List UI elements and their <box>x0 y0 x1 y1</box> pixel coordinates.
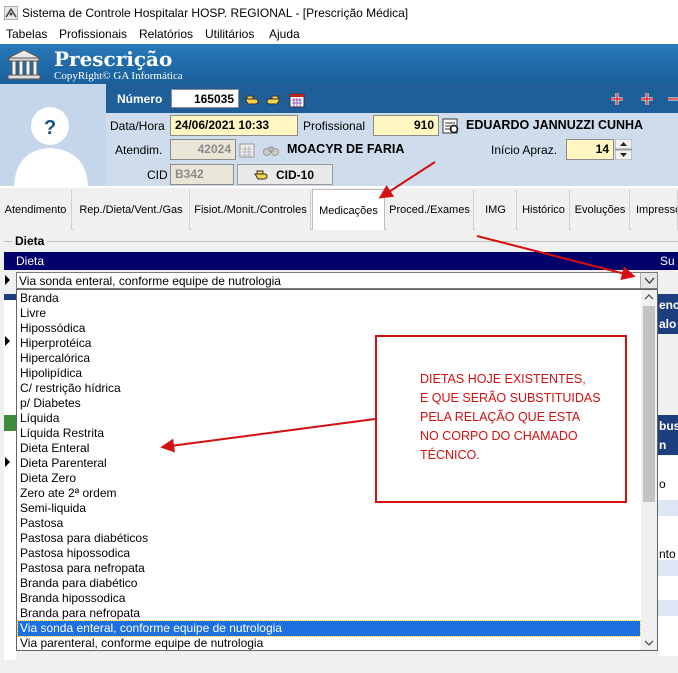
list-item[interactable]: Pastosa hipossodica <box>18 546 640 561</box>
list-item[interactable]: Branda para diabético <box>18 576 640 591</box>
menu-relatorios[interactable]: Relatórios <box>139 27 193 41</box>
menu-bar: Tabelas Profissionais Relatórios Utilitá… <box>0 26 678 44</box>
search-professional-icon[interactable] <box>442 117 460 135</box>
tab-bar: Atendimento Rep./Dieta/Vent./Gas Fisiot.… <box>0 188 678 231</box>
cid-field[interactable]: B342 <box>170 164 234 185</box>
hospital-building-icon <box>7 49 41 80</box>
patient-name: MOACYR DE FARIA <box>287 142 405 156</box>
hand-point-right-icon[interactable] <box>264 91 282 109</box>
atendim-field: 42024 <box>170 139 236 160</box>
profissional-name: EDUARDO JANNUZZI CUNHA <box>466 118 644 132</box>
behind-text-2: alo <box>659 317 677 331</box>
behind-text-4: n <box>659 438 667 452</box>
hand-point-icon <box>254 170 268 180</box>
scroll-down-icon[interactable] <box>641 636 657 650</box>
numero-field[interactable]: 165035 <box>171 89 239 108</box>
list-item[interactable]: Pastosa para nefropata <box>18 561 640 576</box>
tab-atendimento[interactable]: Atendimento <box>0 190 72 230</box>
window-title: Sistema de Controle Hospitalar HOSP. REG… <box>22 6 409 20</box>
list-item[interactable]: Branda para nefropata <box>18 606 640 621</box>
header-banner: Prescrição CopyRight© GA Informática <box>0 44 678 84</box>
scroll-up-icon[interactable] <box>641 290 657 304</box>
tab-fisiot-monit-controles[interactable]: Fisiot./Monit./Controles <box>191 190 311 230</box>
plus-icon-2[interactable] <box>640 92 654 106</box>
cid10-button[interactable]: CID-10 <box>237 164 333 185</box>
list-item[interactable]: Hipossódica <box>18 321 640 336</box>
profissional-label: Profissional <box>303 119 366 133</box>
behind-grid-alt-row-3 <box>658 600 678 616</box>
binoculars-icon <box>263 146 279 156</box>
list-item[interactable]: Livre <box>18 306 640 321</box>
plus-icon[interactable] <box>610 92 624 106</box>
tab-medicacoes[interactable]: Medicações <box>312 189 385 231</box>
tab-proced-exames[interactable]: Proced./Exames <box>386 190 474 230</box>
dieta-grid-header <box>4 252 678 270</box>
menu-profissionais[interactable]: Profissionais <box>59 27 127 41</box>
list-item[interactable]: Pastosa <box>18 516 640 531</box>
behind-grid-left <box>4 300 16 660</box>
menu-ajuda[interactable]: Ajuda <box>269 27 300 41</box>
behind-text-6: nto <box>659 547 676 561</box>
svg-text:?: ? <box>44 117 56 139</box>
behind-text-1: enc <box>659 298 678 312</box>
chevron-down-icon <box>644 277 655 284</box>
tab-img[interactable]: IMG <box>475 190 517 230</box>
title-bar: Sistema de Controle Hospitalar HOSP. REG… <box>0 0 678 26</box>
numero-label: Número <box>117 92 163 106</box>
datahora-label: Data/Hora <box>110 119 165 133</box>
dieta-combobox-value: Via sonda enteral, conforme equipe de nu… <box>19 274 281 288</box>
hand-point-left-icon[interactable] <box>243 91 261 109</box>
minus-icon[interactable] <box>668 92 678 106</box>
behind-grid-alt-row-2 <box>658 560 678 576</box>
dieta-combobox-arrow[interactable] <box>640 273 657 288</box>
dieta-group-title: Dieta <box>12 234 48 248</box>
profissional-code-field[interactable]: 910 <box>373 115 439 136</box>
menu-utilitarios[interactable]: Utilitários <box>205 27 254 41</box>
calendar-disabled-icon <box>239 143 255 158</box>
banner-copyright: CopyRight© GA Informática <box>54 70 183 82</box>
datahora-field[interactable]: 24/06/2021 10:33 <box>170 115 298 136</box>
behind-green-cell-b <box>4 415 16 431</box>
dieta-column-header: Dieta <box>16 254 45 268</box>
list-item[interactable]: Branda hipossodica <box>18 591 640 606</box>
dieta-column-header-right: Su <box>660 254 675 268</box>
inicio-aprazamento-label: Início Apraz. <box>491 143 558 157</box>
tab-rep-dieta-vent-gas[interactable]: Rep./Dieta/Vent./Gas <box>73 190 190 230</box>
cid10-button-label: CID-10 <box>276 168 315 182</box>
tab-historico[interactable]: Histórico <box>518 190 570 230</box>
list-item[interactable]: Branda <box>18 291 640 306</box>
avatar-placeholder-icon: ? <box>14 107 88 186</box>
tab-impresso[interactable]: Impresso <box>631 190 678 230</box>
row-indicator-icon-2b <box>5 336 10 346</box>
spin-updown-icon[interactable] <box>615 139 632 160</box>
row-indicator-icon-3b <box>5 457 10 467</box>
cid-label: CID <box>147 168 168 182</box>
dropdown-scroll-thumb[interactable] <box>643 306 655 502</box>
banner-title: Prescrição <box>54 47 173 71</box>
list-item[interactable]: Pastosa para diabéticos <box>18 531 640 546</box>
inicio-aprazamento-field[interactable]: 14 <box>566 139 614 160</box>
list-item-selected[interactable]: Via sonda enteral, conforme equipe de nu… <box>17 620 641 637</box>
app-icon <box>4 6 18 20</box>
list-item[interactable]: Semi-liquida <box>18 501 640 516</box>
atendim-label: Atendim. <box>115 143 163 157</box>
row-indicator-icon <box>5 275 10 285</box>
annotation-text: DIETAS HOJE EXISTENTES, E QUE SERÃO SUBS… <box>420 372 601 462</box>
tab-evolucoes[interactable]: Evoluções <box>571 190 630 230</box>
calendar-icon[interactable] <box>288 91 306 109</box>
list-item[interactable]: Via parenteral, conforme equipe de nutro… <box>18 636 640 650</box>
behind-text-5: o <box>659 477 666 491</box>
patient-photo[interactable]: ? <box>0 84 106 186</box>
behind-grid-alt-row <box>658 500 678 516</box>
behind-text-3: bus <box>659 419 678 433</box>
menu-tabelas[interactable]: Tabelas <box>6 27 47 41</box>
